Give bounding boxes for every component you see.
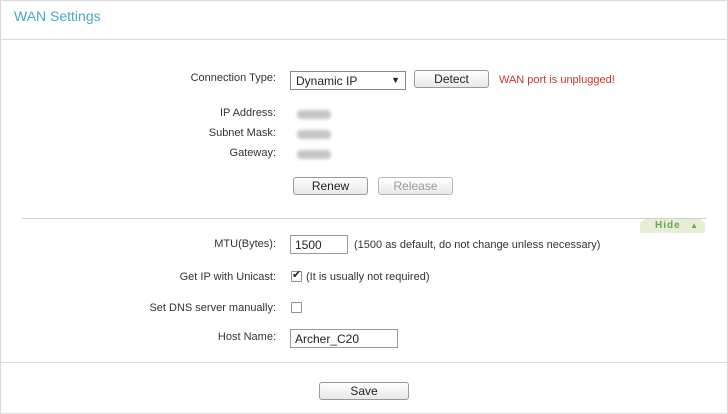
dropdown-caret-icon: ▼ bbox=[391, 75, 400, 85]
gateway-label: Gateway: bbox=[229, 147, 276, 159]
ip-address-value bbox=[297, 110, 331, 119]
dns-checkbox[interactable] bbox=[291, 302, 302, 313]
page-title: WAN Settings bbox=[14, 8, 101, 24]
wan-warning: WAN port is unplugged! bbox=[499, 74, 615, 86]
subnet-mask-label: Subnet Mask: bbox=[208, 127, 276, 139]
title-divider bbox=[1, 39, 727, 40]
host-name-input[interactable]: Archer_C20 bbox=[290, 329, 398, 348]
connection-type-value: Dynamic IP bbox=[296, 74, 358, 88]
hide-advanced-toggle[interactable]: Hide ▲ bbox=[640, 219, 705, 233]
wan-settings-panel bbox=[0, 0, 728, 414]
gateway-value bbox=[297, 150, 331, 159]
ip-address-label: IP Address: bbox=[219, 107, 276, 119]
unicast-checkbox[interactable]: ✔ bbox=[291, 269, 302, 282]
chevron-up-icon: ▲ bbox=[690, 221, 699, 230]
save-button[interactable]: Save bbox=[319, 382, 409, 400]
checkmark-icon: ✔ bbox=[292, 269, 302, 281]
connection-type-select[interactable]: Dynamic IP ▼ bbox=[290, 71, 406, 90]
footer-divider bbox=[1, 362, 727, 363]
mtu-label: MTU(Bytes): bbox=[214, 238, 276, 250]
release-button[interactable]: Release bbox=[378, 177, 453, 195]
connection-type-label: Connection Type: bbox=[190, 72, 276, 84]
unicast-label: Get IP with Unicast: bbox=[179, 271, 276, 283]
detect-button[interactable]: Detect bbox=[414, 70, 489, 88]
mtu-input[interactable]: 1500 bbox=[290, 235, 348, 254]
mtu-note: (1500 as default, do not change unless n… bbox=[354, 239, 601, 251]
host-name-label: Host Name: bbox=[217, 331, 276, 343]
dns-label: Set DNS server manually: bbox=[149, 302, 276, 314]
advanced-divider bbox=[22, 218, 706, 219]
renew-button[interactable]: Renew bbox=[293, 177, 368, 195]
subnet-mask-value bbox=[297, 130, 331, 139]
unicast-note: (It is usually not required) bbox=[306, 271, 430, 283]
hide-toggle-label: Hide bbox=[655, 220, 681, 231]
